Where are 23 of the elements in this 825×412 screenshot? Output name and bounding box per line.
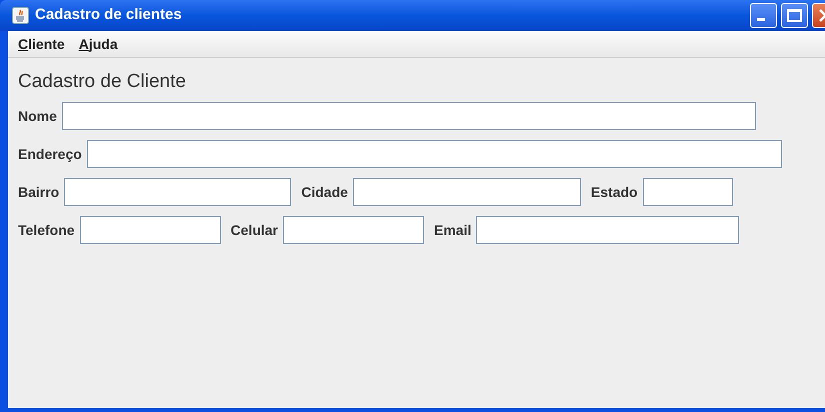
text-field[interactable] bbox=[352, 178, 581, 206]
field-label: Bairro bbox=[18, 182, 60, 202]
field-label: Estado bbox=[590, 182, 638, 202]
text-field[interactable] bbox=[64, 178, 292, 206]
app-icon bbox=[12, 7, 29, 24]
menu-item[interactable]: Ajuda bbox=[78, 34, 118, 54]
maximize-button[interactable] bbox=[781, 3, 808, 28]
text-field[interactable] bbox=[283, 216, 424, 244]
field-label: Nome bbox=[18, 106, 57, 126]
text-field[interactable] bbox=[86, 140, 782, 168]
minimize-button[interactable] bbox=[750, 3, 777, 28]
text-field[interactable] bbox=[62, 102, 756, 130]
menu-item[interactable]: Cliente bbox=[18, 34, 65, 54]
window-title: Cadastro de clientes bbox=[35, 5, 182, 26]
field-label: Endereço bbox=[18, 144, 82, 164]
text-field[interactable] bbox=[476, 216, 740, 244]
text-field[interactable] bbox=[642, 178, 733, 206]
text-field[interactable] bbox=[80, 216, 221, 244]
form-heading: Cadastro de Cliente bbox=[18, 70, 187, 94]
field-label: Celular bbox=[230, 220, 278, 240]
field-label: Telefone bbox=[18, 220, 75, 240]
field-label: Email bbox=[434, 220, 472, 240]
field-label: Cidade bbox=[301, 182, 348, 202]
